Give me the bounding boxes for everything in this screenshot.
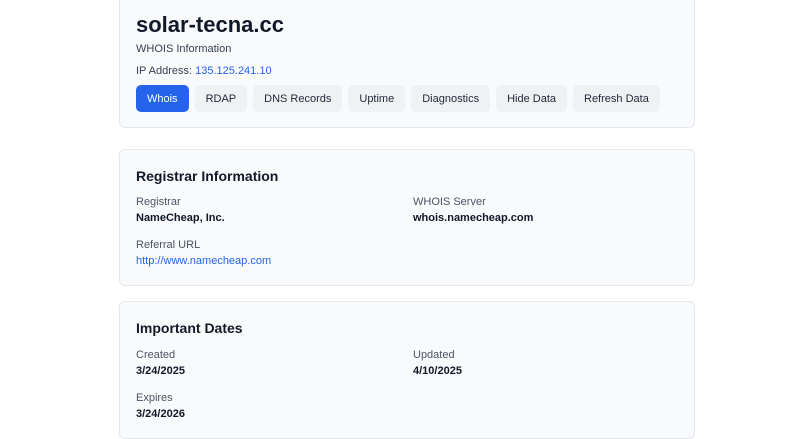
expires-field: Expires 3/24/2026 (136, 392, 185, 420)
tab-rdap[interactable]: RDAP (194, 85, 248, 112)
whois-server-value: whois.namecheap.com (413, 212, 534, 224)
whois-subtitle: WHOIS Information (136, 43, 232, 55)
tab-bar: Whois RDAP DNS Records Uptime Diagnostic… (136, 85, 660, 112)
hide-data-button[interactable]: Hide Data (496, 85, 567, 112)
tab-diagnostics[interactable]: Diagnostics (411, 85, 491, 112)
expires-value: 3/24/2026 (136, 408, 185, 420)
created-label: Created (136, 349, 176, 361)
registrar-field: Registrar NameCheap, Inc. (136, 196, 225, 224)
tab-dns-records[interactable]: DNS Records (253, 85, 343, 112)
registrar-label: Registrar (136, 196, 181, 208)
whois-server-field: WHOIS Server whois.namecheap.com (413, 196, 533, 224)
updated-field: Updated 4/10/2025 (413, 349, 462, 377)
tab-uptime[interactable]: Uptime (348, 85, 406, 112)
created-field: Created 3/24/2025 (136, 349, 185, 377)
referral-url-link[interactable]: http://www.namecheap.com (136, 255, 271, 267)
referral-url-label: Referral URL (136, 239, 201, 251)
ip-address-link[interactable]: 135.125.241.10 (195, 65, 271, 77)
ip-address-label: IP Address: (136, 65, 193, 77)
updated-label: Updated (413, 349, 455, 361)
dates-section-title: Important Dates (136, 320, 243, 336)
referral-url-field: Referral URL http://www.namecheap.com (136, 239, 271, 267)
domain-header-card: solar-tecna.cc WHOIS Information IP Addr… (119, 0, 695, 128)
registrar-info-card: Registrar Information Registrar NameChea… (119, 149, 695, 286)
created-value: 3/24/2025 (136, 365, 185, 377)
updated-value: 4/10/2025 (413, 365, 462, 377)
domain-title: solar-tecna.cc (136, 12, 284, 37)
whois-server-label: WHOIS Server (413, 196, 486, 208)
registrar-value: NameCheap, Inc. (136, 212, 225, 224)
tab-whois[interactable]: Whois (136, 85, 189, 112)
important-dates-card: Important Dates Created 3/24/2025 Update… (119, 301, 695, 439)
registrar-section-title: Registrar Information (136, 168, 279, 184)
refresh-data-button[interactable]: Refresh Data (573, 85, 660, 112)
expires-label: Expires (136, 392, 173, 404)
ip-address-line: IP Address: 135.125.241.10 (136, 65, 272, 77)
